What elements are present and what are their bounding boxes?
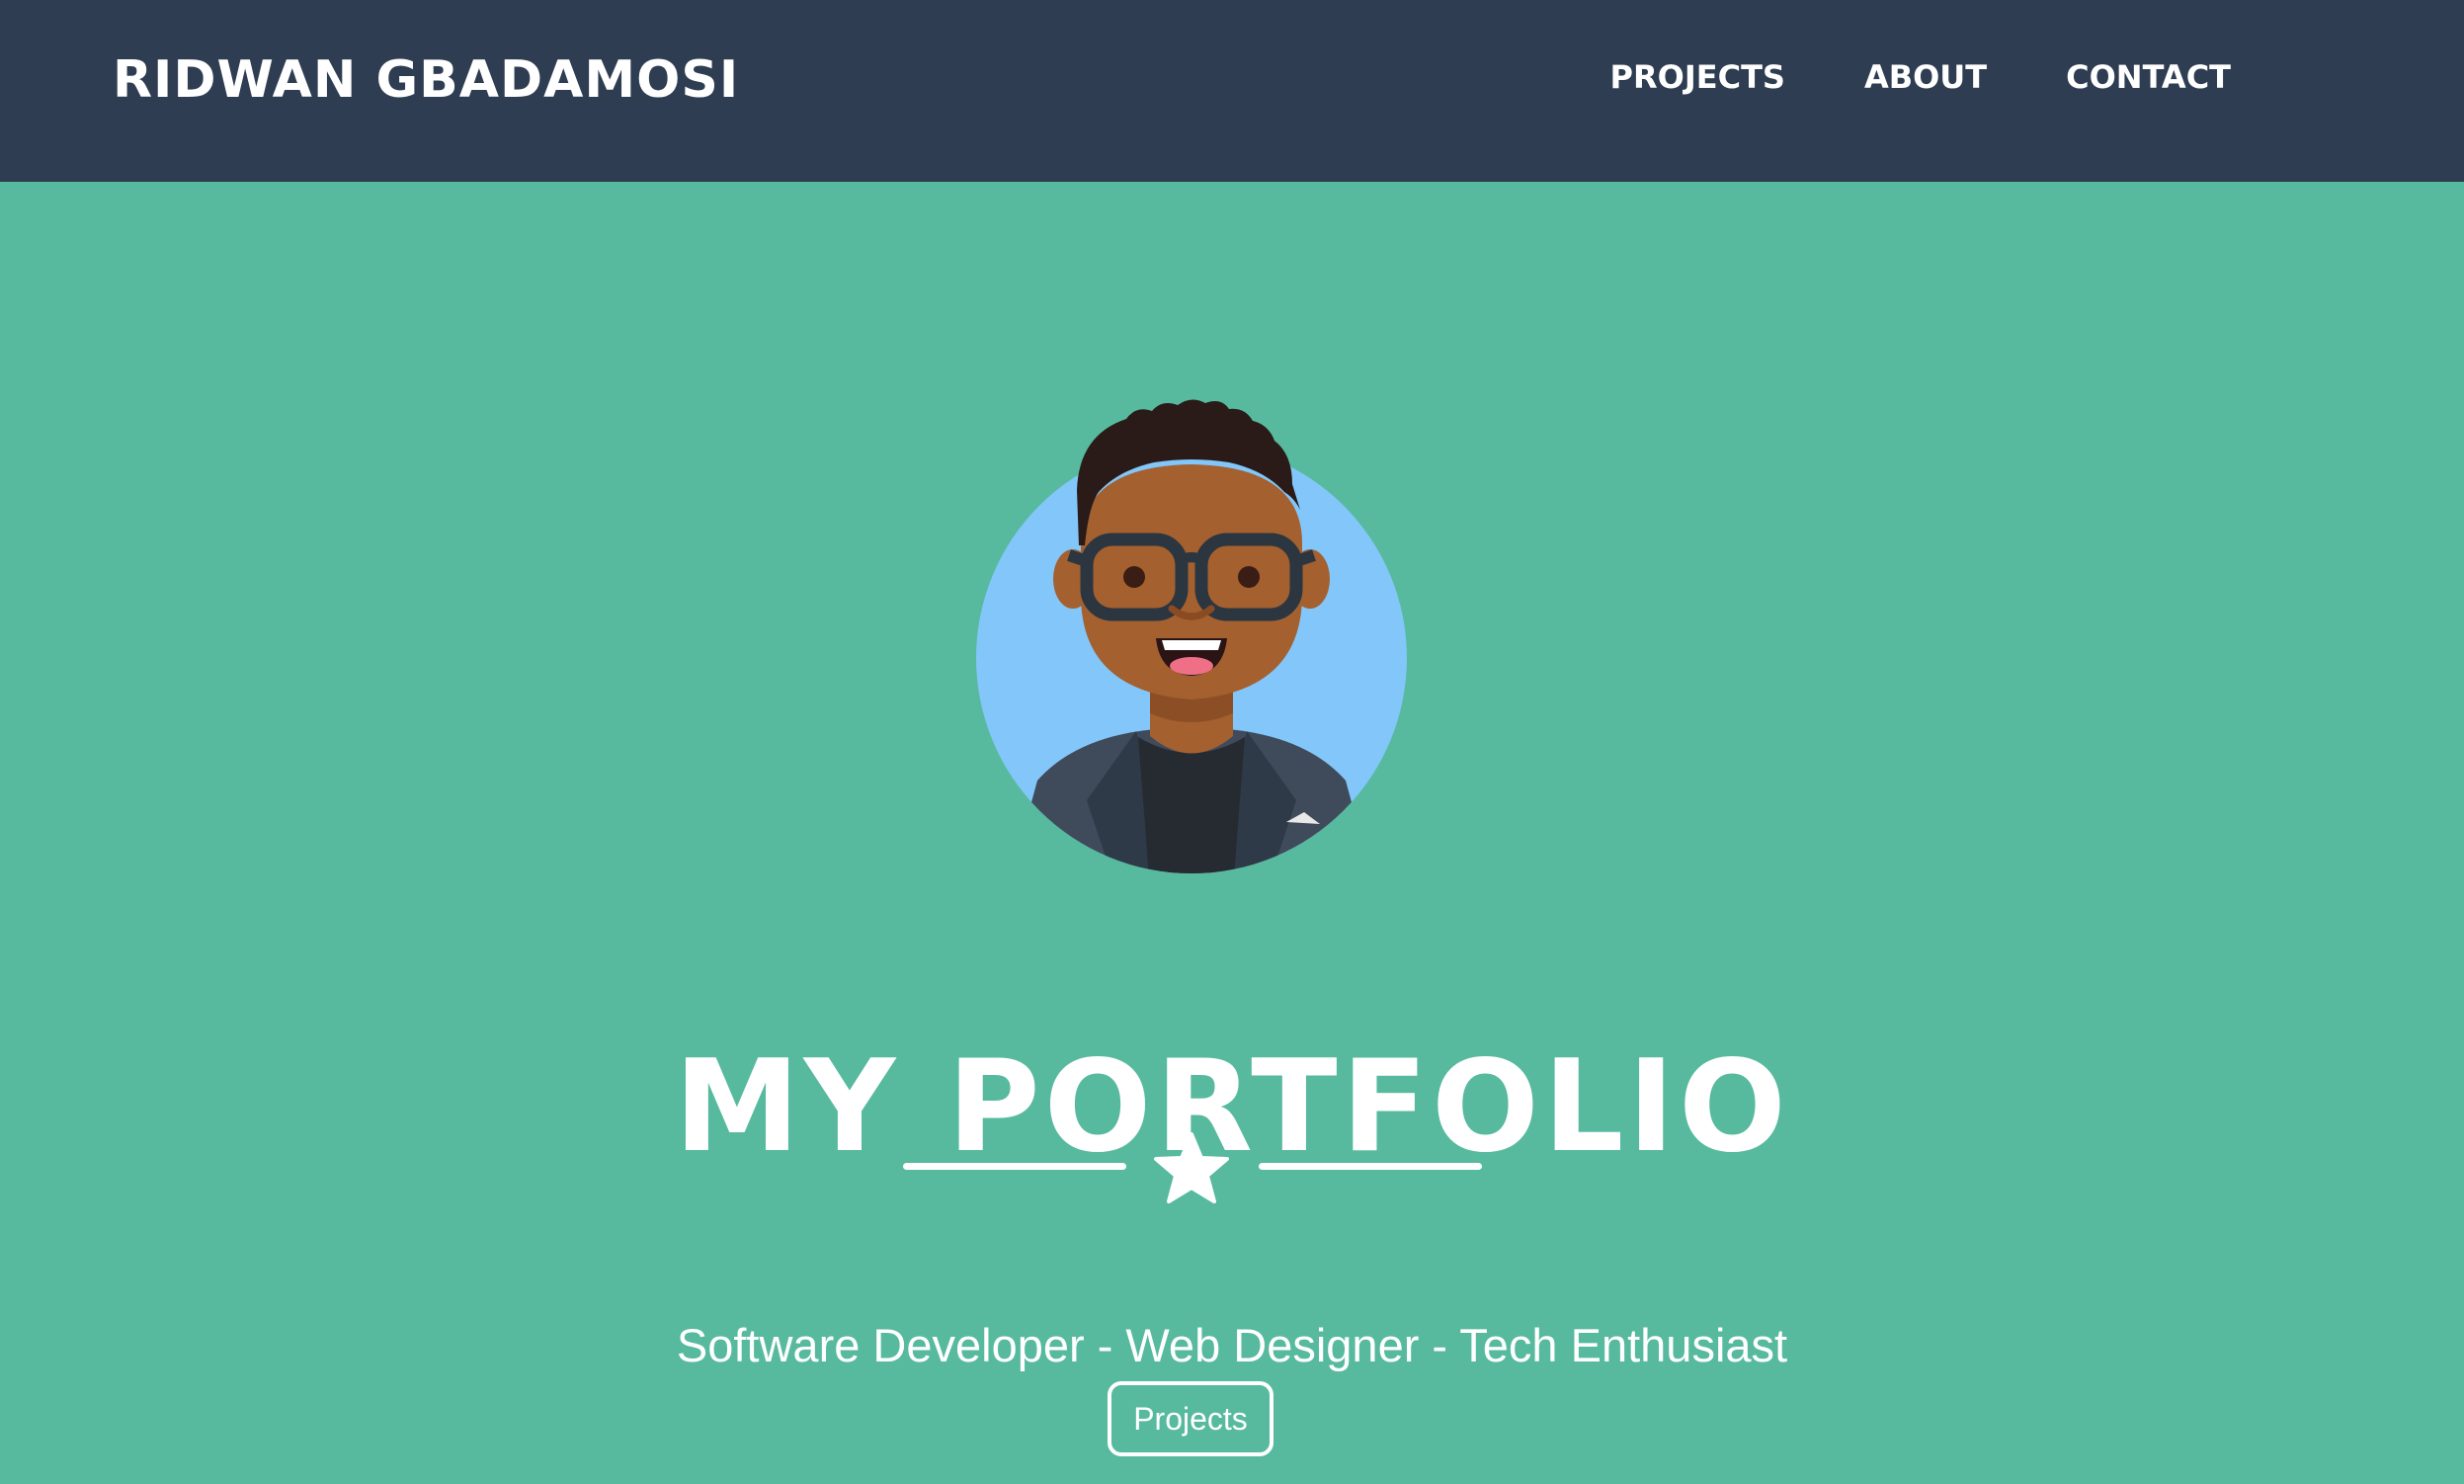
divider-line-right bbox=[1259, 1163, 1482, 1170]
nav-link-projects[interactable]: PROJECTS bbox=[1610, 55, 1785, 99]
nav-link-about[interactable]: ABOUT bbox=[1864, 55, 1987, 99]
tagline: Software Developer - Web Designer - Tech… bbox=[676, 1319, 1788, 1371]
avatar-shirt bbox=[1138, 737, 1245, 873]
divider-line-left bbox=[903, 1163, 1126, 1170]
brand-name[interactable]: RIDWAN GBADAMOSI bbox=[113, 45, 739, 115]
avatar bbox=[976, 399, 1407, 873]
nav-links: PROJECTS ABOUT CONTACT bbox=[1610, 55, 2231, 99]
star-divider bbox=[899, 1126, 1482, 1205]
star-icon bbox=[1154, 1132, 1229, 1203]
navbar: RIDWAN GBADAMOSI PROJECTS ABOUT CONTACT bbox=[0, 0, 2464, 182]
projects-button[interactable]: Projects bbox=[1108, 1381, 1273, 1456]
nav-link-contact[interactable]: CONTACT bbox=[2066, 55, 2231, 99]
